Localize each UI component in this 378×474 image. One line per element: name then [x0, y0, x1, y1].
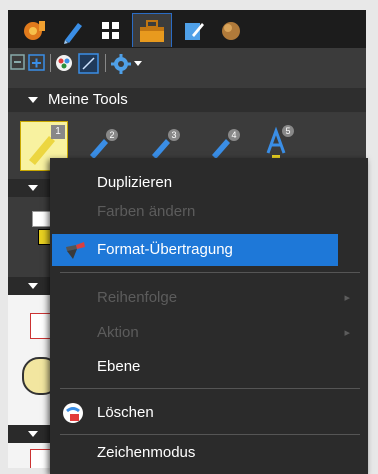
tab-draw[interactable]: [56, 13, 90, 47]
expand-triangle-icon: [28, 185, 38, 191]
frame-select-icon[interactable]: [78, 53, 100, 75]
edit-page-icon: [185, 23, 204, 40]
expand-triangle-icon: [28, 283, 38, 289]
tool-badge: 5: [282, 125, 294, 137]
expand-triangle-icon: [28, 431, 38, 437]
tool-badge: 3: [168, 129, 180, 141]
tool-badge: 1: [51, 125, 65, 139]
tab-bar: [8, 10, 366, 48]
tab-home[interactable]: [18, 13, 52, 47]
collapse-icon[interactable]: [10, 54, 26, 72]
menu-item-format-uebertragung[interactable]: Format-Übertragung: [52, 234, 338, 266]
expand-icon[interactable]: [28, 54, 46, 72]
palette-icon[interactable]: [54, 53, 74, 73]
menu-item-aktion[interactable]: Aktion ▸: [50, 318, 368, 348]
menu-item-loeschen[interactable]: Löschen: [50, 398, 368, 428]
tab-tools[interactable]: [132, 13, 172, 47]
tool-badge: 4: [228, 129, 240, 141]
menu-item-farben-aendern[interactable]: Farben ändern: [50, 197, 368, 227]
tab-globe[interactable]: [214, 13, 248, 47]
tab-edit[interactable]: [176, 13, 210, 47]
toolbox-icon: [140, 20, 164, 42]
delete-icon: [63, 403, 83, 423]
section-title: Meine Tools: [48, 91, 128, 108]
submenu-arrow-icon: ▸: [344, 327, 350, 339]
home-tab-icon: [24, 21, 45, 40]
shape-swatch[interactable]: [32, 211, 52, 227]
pen-icon: [64, 23, 82, 44]
expand-triangle-icon: [28, 97, 38, 103]
toolbar: [8, 48, 366, 88]
menu-item-zeichenmodus[interactable]: Zeichenmodus: [50, 438, 368, 468]
brush-icon: [66, 242, 85, 259]
context-menu: Duplizieren Farben ändern Format-Übertra…: [50, 158, 368, 474]
submenu-arrow-icon: ▸: [344, 292, 350, 304]
globe-icon: [222, 22, 240, 40]
grid-icon: [102, 22, 119, 39]
menu-item-ebene[interactable]: Ebene: [50, 352, 368, 382]
section-header[interactable]: Meine Tools: [8, 88, 366, 112]
gear-icon[interactable]: [110, 53, 132, 75]
tab-grid[interactable]: [94, 13, 128, 47]
tool-badge: 2: [106, 129, 118, 141]
menu-item-duplizieren[interactable]: Duplizieren: [50, 168, 368, 198]
chevron-down-icon[interactable]: [134, 61, 142, 67]
menu-item-reihenfolge[interactable]: Reihenfolge ▸: [50, 283, 368, 313]
